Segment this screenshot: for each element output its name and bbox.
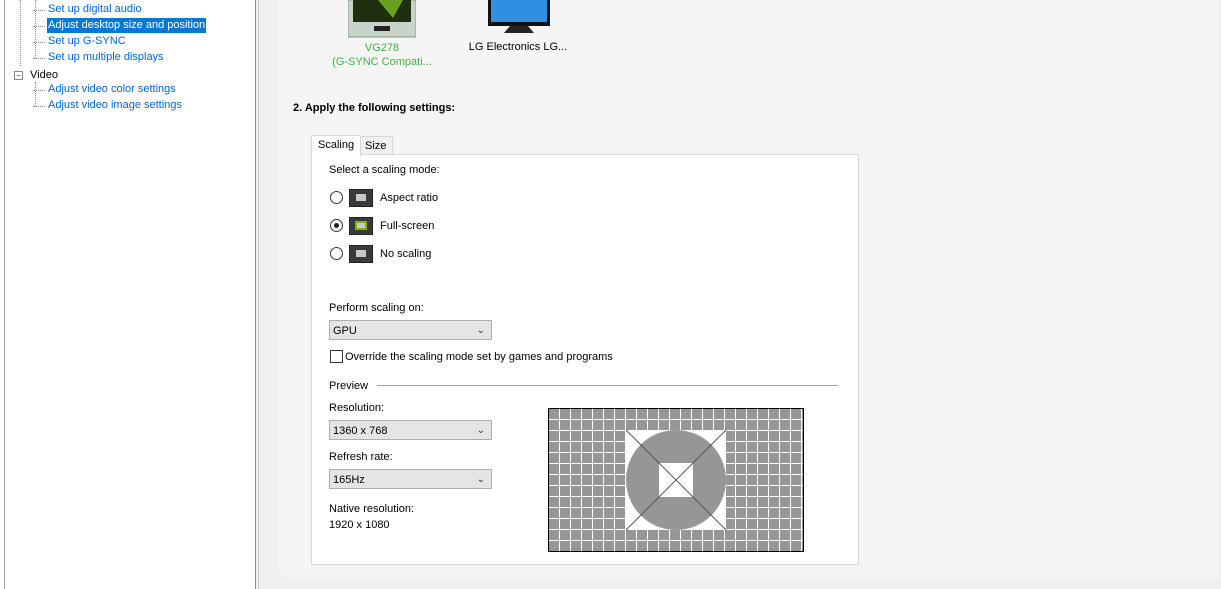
- tree-line: [35, 0, 36, 58]
- tree-item-video-color[interactable]: Adjust video color settings: [33, 82, 177, 97]
- display-lg[interactable]: [488, 0, 550, 37]
- tree-item-video-image[interactable]: Adjust video image settings: [33, 98, 183, 113]
- collapse-icon[interactable]: −: [14, 71, 23, 80]
- chevron-down-icon: ⌄: [476, 325, 485, 336]
- no-scaling-label[interactable]: No scaling: [380, 248, 431, 260]
- section-title: 2. Apply the following settings:: [293, 102, 456, 114]
- scaling-preview: [548, 408, 804, 552]
- refresh-rate-select[interactable]: 165Hz ⌄: [329, 469, 492, 489]
- selected-value: 165Hz: [333, 474, 365, 486]
- tree-item-digital-audio[interactable]: Set up digital audio: [33, 2, 143, 17]
- selected-value: GPU: [333, 325, 357, 337]
- selected-value: 1360 x 768: [333, 425, 388, 437]
- navigation-tree: Set up digital audio Adjust desktop size…: [0, 0, 256, 589]
- tree-item-desktop-size[interactable]: Adjust desktop size and position: [32, 18, 207, 33]
- tree-item-multiple-displays[interactable]: Set up multiple displays: [33, 50, 165, 65]
- tree-item-video[interactable]: Video: [30, 68, 58, 83]
- tree-scroll-edge: [4, 0, 5, 589]
- no-scaling-icon: [349, 245, 373, 263]
- tree-item-gsync[interactable]: Set up G-SYNC: [33, 34, 127, 49]
- tab-scaling[interactable]: Scaling: [311, 135, 362, 157]
- perform-scaling-select[interactable]: GPU ⌄: [329, 320, 492, 340]
- refresh-rate-label: Refresh rate:: [329, 451, 393, 463]
- splitter[interactable]: [258, 0, 259, 589]
- resolution-label: Resolution:: [329, 402, 385, 414]
- chevron-down-icon: ⌄: [476, 425, 485, 436]
- resolution-select[interactable]: 1360 x 768 ⌄: [329, 420, 492, 440]
- perform-scaling-label: Perform scaling on:: [329, 302, 424, 314]
- full-screen-label[interactable]: Full-screen: [380, 220, 434, 232]
- aspect-ratio-icon: [349, 189, 373, 207]
- tree-line: [35, 82, 36, 106]
- override-checkbox[interactable]: [330, 350, 343, 363]
- radio-full-screen[interactable]: [330, 219, 343, 232]
- monitor-icon: [347, 0, 417, 38]
- chevron-down-icon: ⌄: [476, 474, 485, 485]
- display-vg278-label[interactable]: VG278 (G-SYNC Compati...: [320, 41, 444, 69]
- native-resolution-label: Native resolution:: [329, 503, 414, 515]
- preview-label: Preview: [329, 380, 369, 392]
- radio-no-scaling[interactable]: [330, 247, 343, 260]
- display-name: VG278: [364, 42, 400, 54]
- override-label[interactable]: Override the scaling mode set by games a…: [345, 351, 613, 363]
- tab-size[interactable]: Size: [358, 136, 394, 156]
- display-lg-label[interactable]: LG Electronics LG...: [468, 41, 568, 53]
- tree-line: [20, 0, 21, 66]
- aspect-ratio-label[interactable]: Aspect ratio: [380, 192, 438, 204]
- full-screen-icon: [349, 217, 373, 235]
- preview-divider: [377, 385, 838, 386]
- native-resolution-value: 1920 x 1080: [329, 519, 390, 531]
- scaling-mode-label: Select a scaling mode:: [329, 164, 440, 176]
- display-vg278[interactable]: [347, 0, 417, 41]
- monitor-icon: [488, 0, 550, 33]
- display-subtitle: (G-SYNC Compati...: [332, 56, 432, 68]
- radio-aspect-ratio[interactable]: [330, 191, 343, 204]
